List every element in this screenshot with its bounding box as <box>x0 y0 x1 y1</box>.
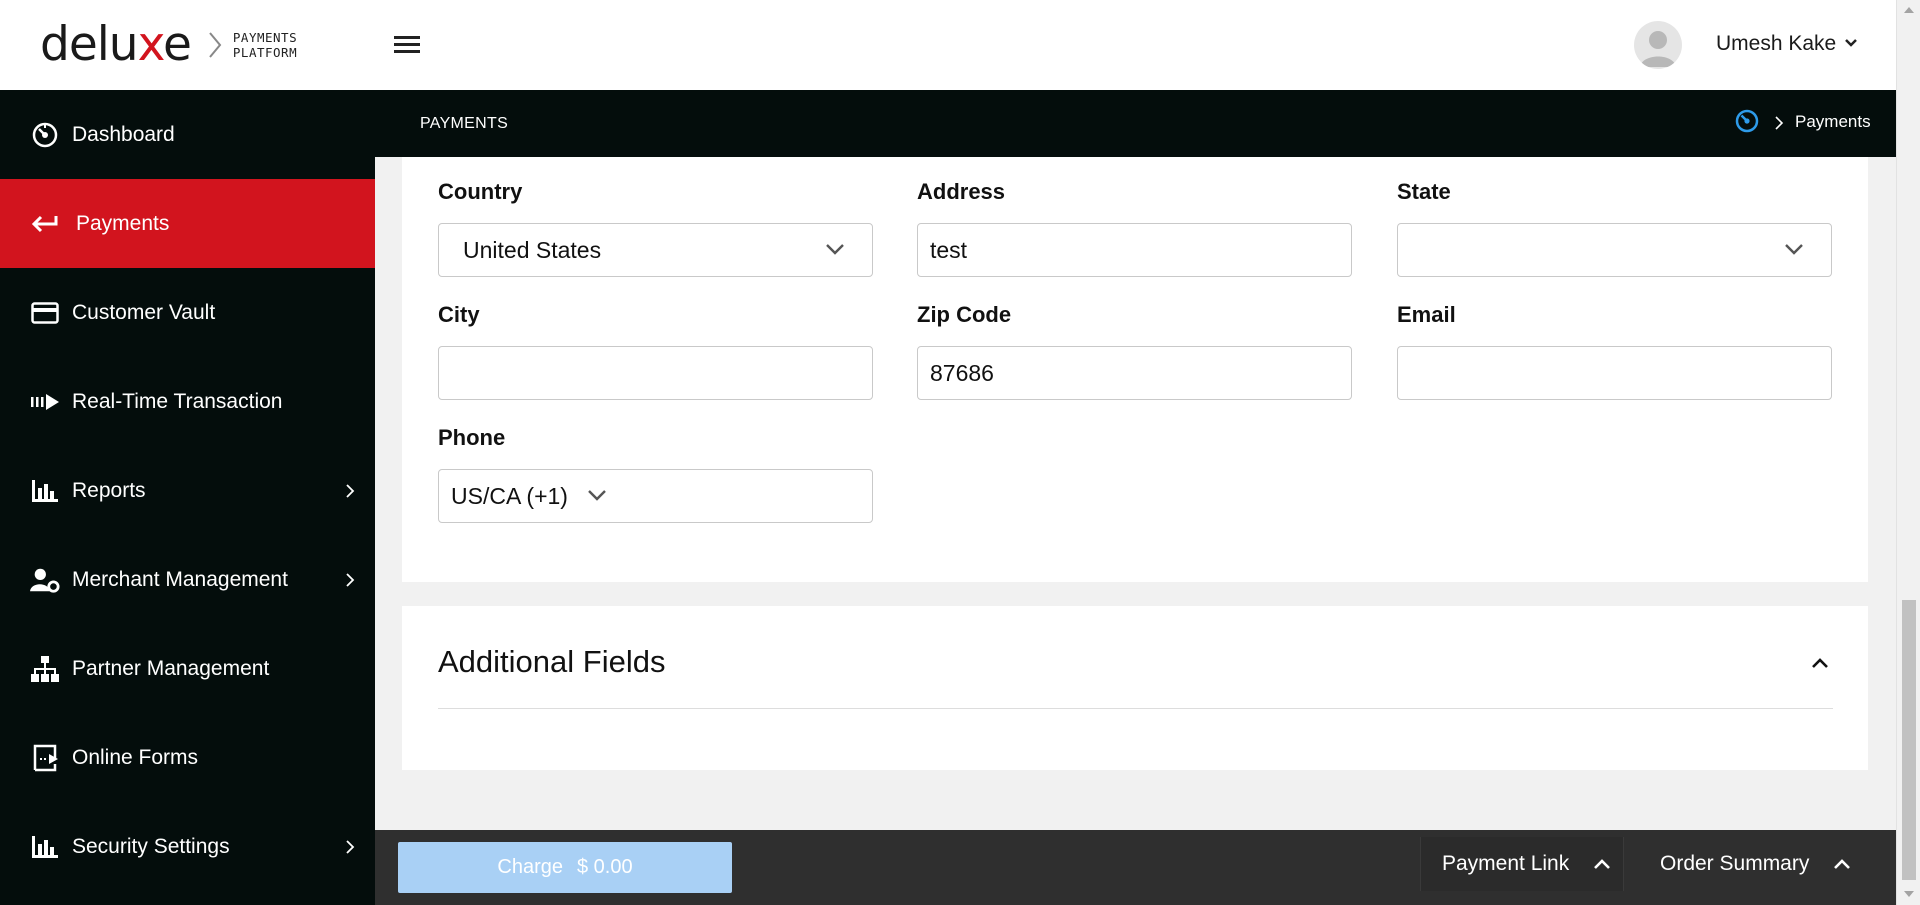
breadcrumb-chevron-icon <box>1775 116 1784 130</box>
deluxe-logo[interactable]: deluxe PAYMENTS PLATFORM <box>40 17 297 72</box>
chevron-right-icon <box>346 572 355 587</box>
chevron-down-icon <box>826 244 844 255</box>
state-label: State <box>1397 179 1451 204</box>
sidebar-item-label: Customer Vault <box>72 300 216 324</box>
sidebar-item-label: Reports <box>72 478 146 502</box>
zip-code-field[interactable]: 87686 <box>917 346 1352 400</box>
additional-fields-title[interactable]: Additional Fields <box>438 644 665 680</box>
sidebar-item-label: Payments <box>76 211 170 235</box>
additional-fields-panel: Additional Fields <box>402 606 1868 770</box>
email-field[interactable] <box>1397 346 1832 400</box>
hamburger-icon[interactable] <box>394 36 420 56</box>
chevron-right-icon <box>346 483 355 498</box>
city-field[interactable] <box>438 346 873 400</box>
sidebar-item-reports[interactable]: Reports <box>0 446 375 535</box>
bar-chart-icon <box>30 832 60 862</box>
chevron-up-icon <box>1834 859 1851 869</box>
logo-chevron-icon <box>209 32 222 58</box>
address-field[interactable]: test <box>917 223 1352 277</box>
org-chart-icon <box>30 654 60 684</box>
dashboard-gauge-icon <box>30 120 60 150</box>
chevron-right-icon <box>346 839 355 854</box>
chevron-up-icon[interactable] <box>1811 657 1829 669</box>
billing-address-panel: Country United States Address test State… <box>402 157 1868 582</box>
sidebar-item-real-time-transaction[interactable]: Real-Time Transaction <box>0 357 375 446</box>
logo-wordmark: deluxe <box>40 17 192 72</box>
bar-chart-icon <box>30 476 60 506</box>
sidebar-item-label: Partner Management <box>72 656 270 680</box>
logo-subtitle-line2: PLATFORM <box>232 45 298 60</box>
sidebar: Dashboard Payments Customer Vault Real-T… <box>0 90 375 905</box>
chevron-down-icon[interactable] <box>587 489 607 502</box>
chevron-up-icon <box>1594 859 1611 869</box>
user-avatar-icon <box>1640 31 1676 67</box>
phone-field[interactable]: US/CA (+1) <box>438 469 873 523</box>
sidebar-item-merchant-management[interactable]: Merchant Management <box>0 535 375 624</box>
charge-button-label: Charge <box>497 856 563 878</box>
sidebar-item-dashboard[interactable]: Dashboard <box>0 90 375 179</box>
state-select[interactable] <box>1397 223 1832 277</box>
phone-country-code[interactable]: US/CA (+1) <box>451 483 568 510</box>
dashboard-gauge-icon[interactable] <box>1734 108 1760 134</box>
transaction-arrow-icon <box>30 387 60 417</box>
sidebar-item-label: Online Forms <box>72 745 199 769</box>
page-scrollbar[interactable] <box>1896 0 1920 905</box>
page-subheader: PAYMENTS Payments <box>375 90 1896 157</box>
sidebar-item-online-forms[interactable]: Online Forms <box>0 713 375 802</box>
country-value: United States <box>463 237 602 263</box>
email-label: Email <box>1397 302 1456 327</box>
arrow-left-icon <box>30 209 60 239</box>
sidebar-item-label: Real-Time Transaction <box>72 389 283 413</box>
charge-amount: $ 0.00 <box>577 856 633 878</box>
bottom-action-bar: Charge $ 0.00 Payment Link Order Summary <box>375 830 1896 905</box>
address-value: test <box>930 237 968 263</box>
chevron-down-icon[interactable] <box>1844 38 1858 48</box>
scrollbar-thumb[interactable] <box>1902 600 1916 880</box>
avatar[interactable] <box>1634 21 1682 69</box>
sidebar-item-security-settings[interactable]: Security Settings <box>0 802 375 891</box>
address-label: Address <box>917 179 1006 204</box>
top-header: deluxe PAYMENTS PLATFORM Umesh Kake <box>0 0 1896 90</box>
charge-button[interactable]: Charge $ 0.00 <box>398 842 732 893</box>
page-title: PAYMENTS <box>420 115 509 132</box>
zip-code-label: Zip Code <box>917 302 1012 327</box>
sidebar-item-label: Security Settings <box>72 834 230 858</box>
city-label: City <box>438 302 480 327</box>
divider <box>438 708 1833 709</box>
sidebar-item-label: Merchant Management <box>72 567 288 591</box>
phone-label: Phone <box>438 425 506 450</box>
breadcrumb[interactable]: Payments <box>1795 112 1871 132</box>
order-summary-label: Order Summary <box>1660 852 1810 875</box>
order-summary-toggle[interactable]: Order Summary <box>1639 837 1869 891</box>
scroll-down-arrow-icon[interactable] <box>1903 890 1915 898</box>
sidebar-item-label: Dashboard <box>72 122 175 146</box>
payment-link-label: Payment Link <box>1442 852 1570 875</box>
user-gear-icon <box>30 565 60 595</box>
sidebar-item-customer-vault[interactable]: Customer Vault <box>0 268 375 357</box>
online-form-icon <box>30 743 60 773</box>
country-select[interactable]: United States <box>438 223 873 277</box>
credit-card-icon <box>30 298 60 328</box>
country-label: Country <box>438 179 523 204</box>
payment-link-toggle[interactable]: Payment Link <box>1420 837 1624 891</box>
scroll-up-arrow-icon[interactable] <box>1903 6 1915 14</box>
sidebar-item-partner-management[interactable]: Partner Management <box>0 624 375 713</box>
logo-subtitle: PAYMENTS PLATFORM <box>233 30 297 60</box>
zip-code-value: 87686 <box>930 360 994 386</box>
logo-subtitle-line1: PAYMENTS <box>232 30 298 45</box>
chevron-down-icon <box>1785 244 1803 255</box>
user-name[interactable]: Umesh Kake <box>1716 32 1836 56</box>
sidebar-item-payments[interactable]: Payments <box>0 179 375 268</box>
